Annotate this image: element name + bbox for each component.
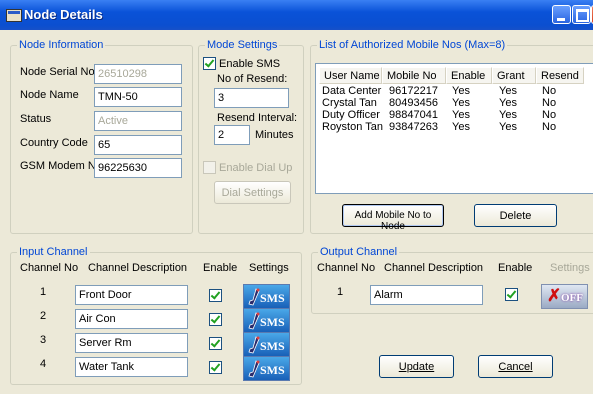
list-cell: Yes (452, 121, 470, 133)
list-cell: 96172217 (389, 85, 438, 97)
input-col-settings: Settings (249, 262, 289, 274)
output-channel-number: 1 (337, 286, 344, 298)
delete-mobile-button[interactable]: Delete (474, 204, 557, 227)
country-code-field[interactable]: 65 (94, 135, 182, 155)
column-header-enable[interactable]: Enable (446, 67, 492, 84)
input-channel-number: 3 (40, 334, 47, 346)
list-cell: Royston Tan (322, 121, 383, 133)
input-channel-number: 1 (40, 286, 47, 298)
input-col-enable: Enable (203, 262, 238, 274)
list-cell: 98847041 (389, 109, 438, 121)
resend-count-label: No of Resend: (217, 73, 288, 85)
group-legend: Node Information (17, 39, 106, 51)
list-row[interactable]: Data Center 96172217 Yes Yes No (316, 85, 593, 97)
sms-settings-button[interactable]: SMS (243, 284, 290, 309)
list-cell: Yes (499, 85, 517, 97)
input-col-description: Channel Description (88, 262, 188, 274)
node-details-window: Node Details Node Information Node Seria… (0, 0, 593, 394)
gsm-modem-label: GSM Modem No (20, 160, 102, 172)
input-channel-enable-checkbox[interactable] (209, 337, 222, 350)
mobile-list[interactable]: User Name Mobile No Enable Grant Resend … (315, 63, 593, 194)
status-label: Status (20, 113, 52, 125)
node-name-field[interactable]: TMN-50 (94, 87, 182, 107)
list-cell: Yes (452, 97, 470, 109)
sms-settings-button[interactable]: SMS (243, 356, 290, 381)
input-channel-enable-checkbox[interactable] (209, 289, 222, 302)
list-cell: 93847263 (389, 121, 438, 133)
input-channel-enable-checkbox[interactable] (209, 361, 222, 374)
output-col-settings: Settings (550, 262, 590, 274)
output-col-description: Channel Description (384, 262, 484, 274)
list-row[interactable]: Crystal Tan 80493456 Yes Yes No (316, 97, 593, 109)
input-col-channel-no: Channel No (20, 262, 79, 274)
list-cell: No (542, 121, 557, 133)
list-row[interactable]: Duty Officer 98847041 Yes Yes No (316, 109, 593, 121)
group-legend: Input Channel (17, 246, 90, 258)
maximize-button[interactable] (572, 5, 591, 24)
list-cell: Yes (452, 109, 470, 121)
input-channel-description[interactable]: Air Con (75, 309, 188, 329)
sms-settings-button[interactable]: SMS (243, 308, 290, 333)
interval-unit-label: Minutes (255, 129, 294, 141)
add-mobile-button[interactable]: Add Mobile No to Node (342, 204, 444, 232)
window-icon (6, 9, 22, 22)
list-cell: Data Center (322, 85, 382, 97)
phone-icon (248, 336, 260, 354)
column-header-grant[interactable]: Grant (492, 67, 536, 84)
list-cell: Duty Officer (322, 109, 380, 121)
serial-no-label: Node Serial No (20, 66, 95, 78)
list-cell: No (542, 97, 557, 109)
window-title: Node Details (24, 7, 103, 22)
enable-sms-checkbox[interactable] (203, 57, 216, 70)
update-button[interactable]: Update (379, 355, 454, 378)
enable-dialup-checkbox (203, 161, 216, 174)
list-cell: Yes (499, 97, 517, 109)
disabled-x-icon: ✗ (547, 286, 562, 305)
resend-count-field[interactable]: 3 (214, 88, 289, 108)
list-cell: Yes (499, 109, 517, 121)
input-channel-description[interactable]: Server Rm (75, 333, 188, 353)
input-channel-description[interactable]: Water Tank (75, 357, 188, 377)
minimize-button[interactable] (552, 5, 571, 24)
enable-dialup-label: Enable Dial Up (219, 162, 293, 174)
group-legend: Output Channel (318, 246, 400, 258)
group-legend: List of Authorized Mobile Nos (Max=8) (317, 39, 508, 51)
column-header-resend[interactable]: Resend (536, 67, 584, 84)
input-channel-description[interactable]: Front Door (75, 285, 188, 305)
cancel-button[interactable]: Cancel (478, 355, 553, 378)
country-code-label: Country Code (20, 137, 88, 149)
enable-sms-label: Enable SMS (219, 58, 281, 70)
off-settings-button[interactable]: ✗ OFF (541, 284, 588, 309)
column-header-user-name[interactable]: User Name (319, 67, 382, 84)
list-cell: No (542, 85, 557, 97)
output-col-enable: Enable (498, 262, 533, 274)
input-channel-number: 2 (40, 310, 47, 322)
sms-settings-button[interactable]: SMS (243, 332, 290, 357)
output-col-channel-no: Channel No (317, 262, 376, 274)
list-cell: Crystal Tan (322, 97, 377, 109)
phone-icon (248, 288, 260, 306)
resend-interval-field[interactable]: 2 (214, 125, 250, 145)
status-field: Active (94, 111, 182, 131)
input-channel-enable-checkbox[interactable] (209, 313, 222, 326)
group-legend: Mode Settings (205, 39, 280, 51)
output-channel-description[interactable]: Alarm (370, 285, 483, 305)
list-cell: 80493456 (389, 97, 438, 109)
list-cell: No (542, 109, 557, 121)
input-channel-number: 4 (40, 358, 47, 370)
list-row[interactable]: Royston Tan 93847263 Yes Yes No (316, 121, 593, 133)
phone-icon (248, 360, 260, 378)
output-channel-enable-checkbox[interactable] (505, 288, 518, 301)
node-name-label: Node Name (20, 89, 79, 101)
column-header-mobile-no[interactable]: Mobile No (382, 67, 446, 84)
dial-settings-button: Dial Settings (214, 181, 291, 204)
gsm-modem-field[interactable]: 96225630 (94, 158, 182, 178)
title-bar[interactable]: Node Details (0, 0, 593, 30)
list-cell: Yes (499, 121, 517, 133)
serial-no-field: 26510298 (94, 64, 182, 84)
list-cell: Yes (452, 85, 470, 97)
phone-icon (248, 312, 260, 330)
resend-interval-label: Resend Interval: (217, 112, 298, 124)
